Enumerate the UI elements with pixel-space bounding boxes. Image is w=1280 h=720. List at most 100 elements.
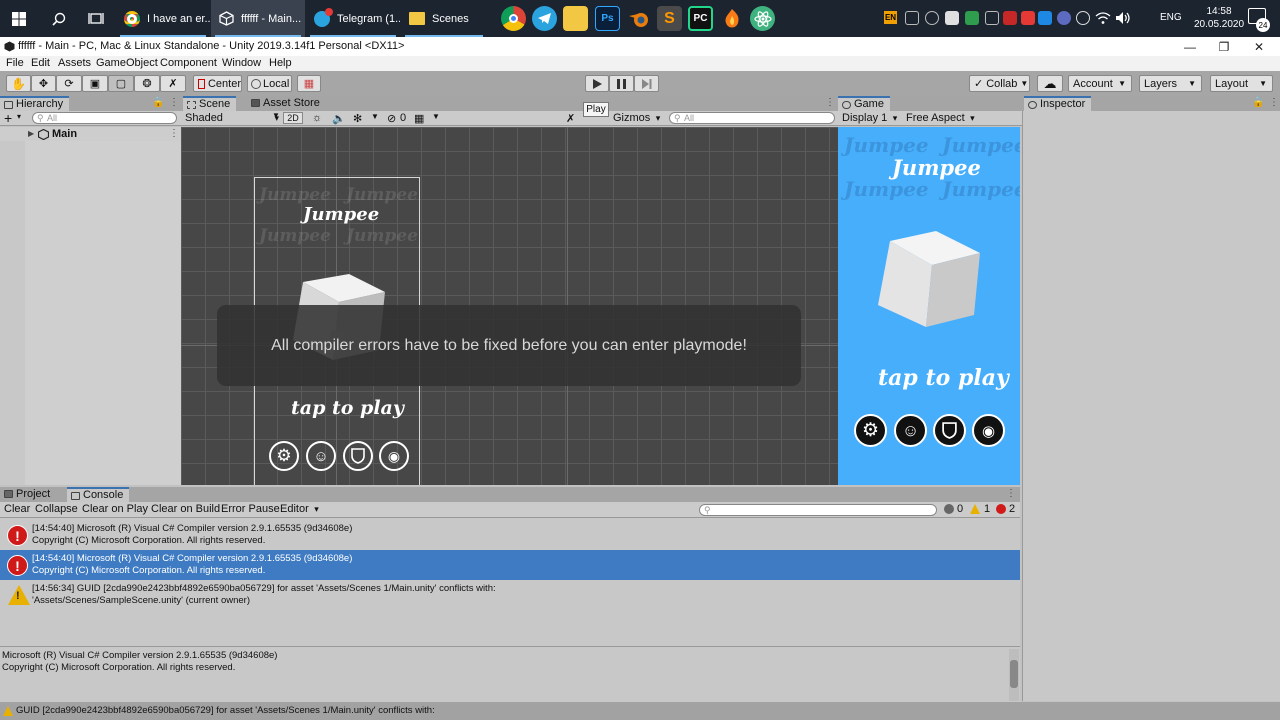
tray-app-icon[interactable]	[1003, 11, 1017, 25]
tab-hierarchy[interactable]: Hierarchy	[0, 96, 70, 111]
clear-button[interactable]: Clear	[4, 503, 30, 515]
tray-app-icon[interactable]	[965, 11, 979, 25]
custom-tool-button[interactable]: ✗	[160, 75, 186, 92]
tray-app-icon[interactable]	[1021, 11, 1035, 25]
info-count-icon[interactable]	[944, 504, 954, 514]
volume-icon[interactable]	[1115, 11, 1131, 28]
tab-inspector[interactable]: Inspector	[1024, 96, 1092, 111]
sublime-text-icon[interactable]: S	[657, 6, 682, 31]
tray-app-icon[interactable]	[1057, 11, 1071, 25]
grid-icon[interactable]: ▦	[414, 112, 424, 125]
lock-icon[interactable]: 🔒	[152, 97, 164, 108]
console-log-entry[interactable]: ! [14:56:34] GUID [2cda990e2423bbf4892e6…	[0, 580, 1020, 610]
keyboard-layout-badge[interactable]: EN	[884, 11, 897, 24]
gizmos-dropdown[interactable]: Gizmos	[613, 111, 661, 126]
menu-gameobject[interactable]: GameObject	[96, 57, 158, 69]
file-explorer-icon[interactable]	[563, 6, 588, 31]
chevron-down-icon[interactable]: ▾	[17, 112, 21, 121]
error-pause-button[interactable]: Error Pause	[221, 503, 280, 515]
tray-app-icon[interactable]	[945, 11, 959, 25]
more-options-icon[interactable]: ⋮	[1006, 488, 1016, 499]
tab-project[interactable]: Project	[0, 487, 56, 502]
fl-studio-icon[interactable]	[719, 6, 744, 31]
tab-scene[interactable]: Scene	[183, 96, 237, 111]
add-icon[interactable]: +	[4, 110, 12, 126]
rect-tool-button[interactable]: ▢	[108, 75, 134, 92]
console-search-input[interactable]: ⚲	[699, 504, 937, 516]
tab-console[interactable]: Console	[67, 487, 130, 502]
aspect-dropdown[interactable]: Free Aspect	[906, 111, 974, 126]
tools-icon[interactable]: ✗	[566, 112, 575, 125]
photoshop-icon[interactable]: Ps	[595, 6, 620, 31]
detail-scrollbar[interactable]	[1009, 649, 1019, 701]
lighting-icon[interactable]: ☼	[312, 112, 322, 124]
menu-component[interactable]: Component	[160, 57, 217, 69]
space-local-toggle[interactable]: Local	[247, 75, 292, 92]
pause-button[interactable]	[609, 75, 634, 92]
hierarchy-item-main[interactable]: ▶ Main ⋮	[0, 127, 181, 141]
pycharm-icon[interactable]: PC	[688, 6, 713, 31]
effects-icon[interactable]: ✻	[353, 112, 362, 125]
account-dropdown[interactable]: Account ▼	[1068, 75, 1132, 92]
collapse-button[interactable]: Collapse	[35, 503, 78, 515]
tray-app-icon[interactable]	[985, 11, 999, 25]
menu-edit[interactable]: Edit	[31, 57, 50, 69]
maximize-button[interactable]: ❐	[1206, 37, 1242, 56]
more-options-icon[interactable]: ⋮	[1269, 97, 1279, 108]
audio-icon[interactable]: 🔈	[332, 112, 346, 125]
tray-app-icon[interactable]	[905, 11, 919, 25]
menu-assets[interactable]: Assets	[58, 57, 91, 69]
hierarchy-search-input[interactable]: ⚲ All	[32, 112, 177, 124]
tab-game[interactable]: Game	[838, 96, 890, 111]
taskbar-item-explorer[interactable]: Scenes	[401, 0, 487, 37]
menu-window[interactable]: Window	[222, 57, 261, 69]
step-button[interactable]	[634, 75, 659, 92]
clear-on-build-button[interactable]: Clear on Build	[151, 503, 220, 515]
blender-icon[interactable]	[626, 6, 651, 31]
game-view[interactable]: Jumpee Jumpee Jumpee Jumpee Jumpee tap t…	[838, 127, 1020, 485]
windows-start-icon[interactable]	[0, 0, 37, 37]
scrollbar-thumb[interactable]	[1010, 660, 1018, 688]
hand-tool-button[interactable]: ✋	[6, 75, 31, 92]
snap-grid-button[interactable]: ▦	[297, 75, 321, 92]
notification-center-icon[interactable]: 24	[1248, 8, 1270, 32]
scene-search-input[interactable]: ⚲ All	[669, 112, 835, 124]
layout-dropdown[interactable]: Layout ▼	[1210, 75, 1273, 92]
taskbar-item-chrome[interactable]: I have an er...	[116, 0, 210, 37]
collab-dropdown[interactable]: ✓ Collab ▼	[969, 75, 1030, 92]
task-view-icon[interactable]	[77, 0, 114, 37]
rotate-tool-button[interactable]: ⟳	[56, 75, 82, 92]
search-icon[interactable]	[40, 0, 77, 37]
clock[interactable]: 14:58 20.05.2020	[1194, 5, 1244, 31]
more-options-icon[interactable]: ⋮	[169, 128, 179, 139]
hidden-objects-icon[interactable]: ⊘	[387, 112, 396, 125]
tab-asset-store[interactable]: Asset Store	[247, 96, 326, 111]
chevron-down-icon[interactable]: ▼	[432, 112, 440, 121]
error-count-icon[interactable]	[996, 504, 1006, 514]
menu-help[interactable]: Help	[269, 57, 292, 69]
transform-tool-button[interactable]: ❂	[134, 75, 160, 92]
play-button[interactable]	[585, 75, 609, 92]
console-log-entry[interactable]: ! [14:54:40] Microsoft (R) Visual C# Com…	[0, 550, 1020, 580]
more-options-icon[interactable]: ⋮	[169, 97, 179, 108]
2d-toggle[interactable]: 2D	[283, 112, 303, 124]
chrome-icon[interactable]	[501, 6, 526, 31]
minimize-button[interactable]: —	[1172, 37, 1208, 56]
menu-file[interactable]: File	[6, 57, 24, 69]
cloud-button[interactable]: ☁	[1037, 75, 1063, 92]
input-language[interactable]: ENG	[1160, 12, 1182, 23]
taskbar-item-telegram[interactable]: Telegram (1...	[306, 0, 400, 37]
atom-icon[interactable]	[750, 6, 775, 31]
chevron-down-icon[interactable]: ▼	[371, 112, 379, 121]
shading-mode-dropdown[interactable]: Shaded	[185, 111, 279, 126]
warning-count-icon[interactable]	[970, 504, 980, 514]
layers-dropdown[interactable]: Layers ▼	[1139, 75, 1202, 92]
expand-arrow-icon[interactable]: ▶	[28, 129, 34, 138]
tray-app-icon[interactable]	[1038, 11, 1052, 25]
close-button[interactable]: ✕	[1241, 37, 1277, 56]
telegram-icon[interactable]	[532, 6, 557, 31]
clear-on-play-button[interactable]: Clear on Play	[82, 503, 148, 515]
status-message[interactable]: GUID [2cda990e2423bbf4892e6590ba056729] …	[16, 705, 435, 716]
pivot-center-toggle[interactable]: Center	[193, 75, 242, 92]
editor-dropdown[interactable]: Editor	[280, 503, 318, 516]
